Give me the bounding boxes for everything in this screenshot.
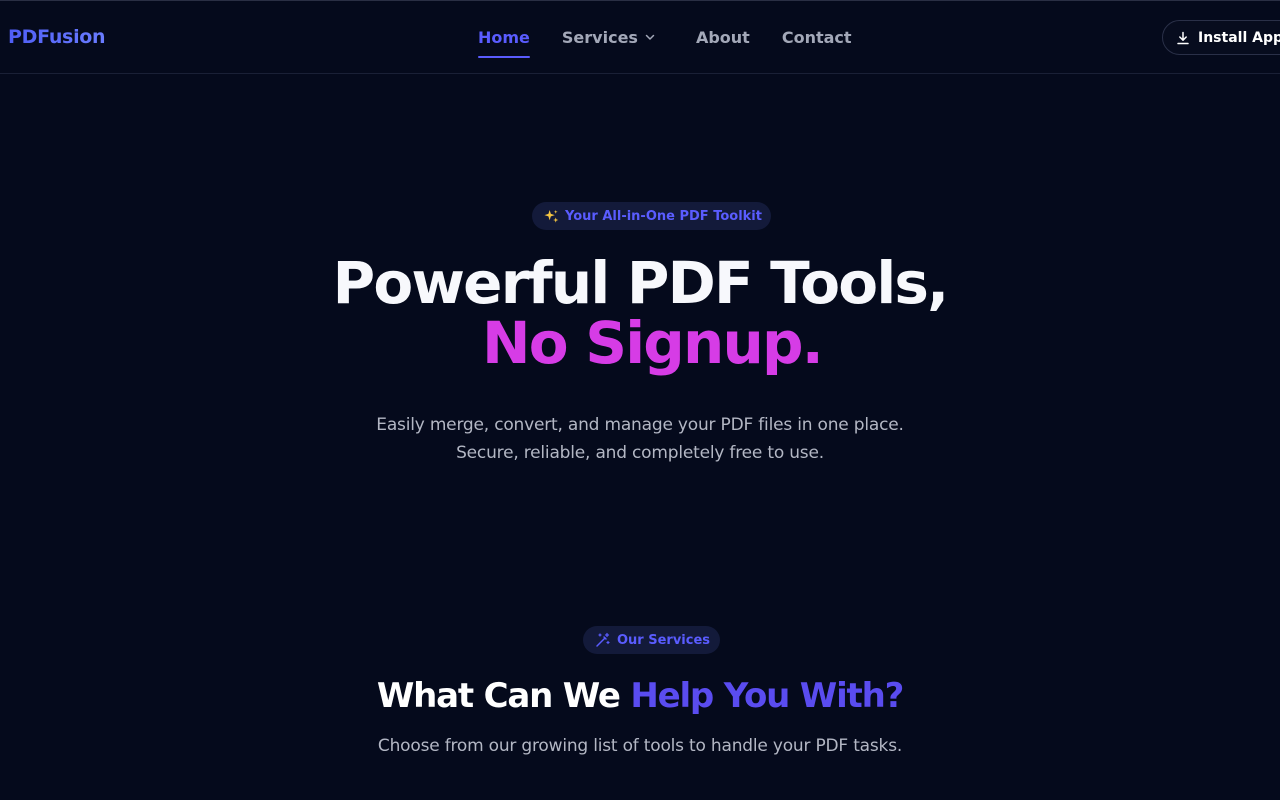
logo[interactable]: PDFusion: [8, 26, 106, 48]
services-subtitle: Choose from our growing list of tools to…: [377, 736, 903, 756]
hero-badge-label: Your All-in-One PDF Toolkit: [565, 208, 762, 224]
services-title-part2: Help You With?: [630, 676, 904, 716]
install-app-label: Install App: [1198, 29, 1280, 46]
hero-subtitle-line1: Easily merge, convert, and manage your P…: [376, 415, 904, 435]
services-title-part1: What Can We: [376, 676, 621, 716]
hero-subtitle: Easily merge, convert, and manage your P…: [0, 411, 1280, 467]
nav-home[interactable]: Home: [478, 28, 530, 58]
sparkles-icon: [544, 209, 559, 224]
nav-services[interactable]: Services: [562, 28, 656, 47]
services-badge-label: Our Services: [617, 632, 711, 648]
hero-badge: Your All-in-One PDF Toolkit: [532, 202, 771, 230]
nav-services-label: Services: [561, 27, 638, 47]
nav-contact[interactable]: Contact: [782, 28, 852, 47]
services-badge: Our Services: [583, 626, 720, 654]
main-nav: Home Services About Contact: [478, 1, 852, 73]
install-app-button[interactable]: Install App: [1162, 20, 1280, 55]
hero-title-line2: No Signup.: [482, 309, 824, 377]
services-title: What Can We Help You With?: [0, 676, 1280, 716]
hero-subtitle-line2: Secure, reliable, and completely free to…: [456, 443, 824, 463]
site-header: PDFusion Home Services About Contact Ins…: [0, 1, 1280, 74]
download-icon: [1177, 31, 1189, 44]
nav-about[interactable]: About: [696, 28, 750, 47]
magic-wand-icon: [595, 632, 611, 648]
chevron-down-icon: [645, 34, 655, 40]
hero-title-line1: Powerful PDF Tools,: [332, 249, 950, 317]
